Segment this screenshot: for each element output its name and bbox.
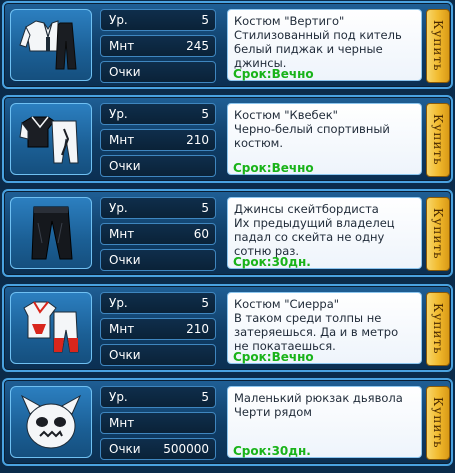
mnt-label: Мнт [109, 133, 135, 147]
level-value: 5 [201, 390, 209, 404]
item-name: Костюм "Сиерра" [234, 297, 340, 311]
item-thumbnail[interactable] [10, 197, 92, 269]
buy-button-label: Купить [431, 397, 445, 449]
shop-list: Ур. 5 Мнт 245 Очки Костюм "Вертиго" Стил… [0, 0, 455, 473]
points-label: Очки [109, 442, 141, 456]
mnt-value: 210 [186, 133, 209, 147]
level-label: Ур. [109, 390, 128, 404]
level-stat: Ур. 5 [100, 197, 216, 219]
shop-item-card: Ур. 5 Мнт 210 Очки Костюм "Квебек" Черно… [2, 95, 453, 183]
level-stat: Ур. 5 [100, 386, 216, 408]
level-value: 5 [201, 107, 209, 121]
item-name: Джинсы скейтбордиста [234, 202, 379, 216]
shop-item-card: Ур. 5 Мнт 210 Очки Костюм "Сиерра" В так… [2, 284, 453, 372]
mnt-stat: Мнт [100, 412, 216, 434]
buy-button[interactable]: Купить [426, 197, 450, 271]
item-thumbnail[interactable] [10, 386, 92, 458]
points-stat: Очки [100, 344, 216, 366]
level-stat: Ур. 5 [100, 292, 216, 314]
item-name: Маленький рюкзак дьявола [234, 391, 403, 405]
item-thumbnail[interactable] [10, 292, 92, 364]
mnt-label: Мнт [109, 416, 135, 430]
item-description: Стилизованный под китель белый пиджак и … [234, 28, 402, 70]
buy-button-label: Купить [431, 20, 445, 72]
shop-item-card: Ур. 5 Мнт Очки 500000 Маленький рюкзак д… [2, 378, 453, 466]
mnt-label: Мнт [109, 227, 135, 241]
jeans-icon [31, 206, 73, 260]
buy-button[interactable]: Купить [426, 9, 450, 83]
mnt-stat: Мнт 245 [100, 35, 216, 57]
buy-button[interactable]: Купить [426, 103, 450, 177]
buy-button[interactable]: Купить [426, 292, 450, 366]
buy-button-label: Купить [431, 303, 445, 355]
level-stat: Ур. 5 [100, 9, 216, 31]
item-name: Костюм "Вертиго" [234, 14, 345, 28]
mnt-stat: Мнт 60 [100, 223, 216, 245]
item-term: Срок:Вечно [233, 161, 314, 175]
item-name: Костюм "Квебек" [234, 108, 338, 122]
devil-backpack-icon [20, 394, 82, 449]
item-thumbnail[interactable] [10, 103, 92, 175]
item-term: Срок:Вечно [233, 67, 314, 81]
mnt-stat: Мнт 210 [100, 318, 216, 340]
level-label: Ур. [109, 296, 128, 310]
item-description: Черти рядом [234, 405, 312, 419]
item-thumbnail[interactable] [10, 9, 92, 81]
level-stat: Ур. 5 [100, 103, 216, 125]
item-description: Их предыдущий владелец падал со скейта н… [234, 216, 395, 258]
level-label: Ур. [109, 201, 128, 215]
sport-suit-icon [19, 116, 79, 164]
mnt-value: 60 [193, 227, 209, 241]
level-value: 5 [201, 296, 209, 310]
mnt-value: 210 [186, 322, 209, 336]
level-value: 5 [201, 13, 209, 27]
buy-button[interactable]: Купить [426, 386, 450, 460]
mnt-stat: Мнт 210 [100, 129, 216, 151]
item-term: Срок:Вечно [233, 350, 314, 364]
points-label: Очки [109, 65, 141, 79]
points-label: Очки [109, 253, 141, 267]
red-white-suit-icon [23, 301, 79, 353]
points-stat: Очки [100, 61, 216, 83]
points-label: Очки [109, 159, 141, 173]
buy-button-label: Купить [431, 208, 445, 260]
mnt-label: Мнт [109, 39, 135, 53]
buy-button-label: Купить [431, 114, 445, 166]
mnt-value: 245 [186, 39, 209, 53]
points-stat: Очки [100, 155, 216, 177]
points-stat: Очки 500000 [100, 438, 216, 460]
mnt-label: Мнт [109, 322, 135, 336]
level-label: Ур. [109, 13, 128, 27]
white-suit-icon [19, 20, 77, 70]
level-value: 5 [201, 201, 209, 215]
item-term: Срок:30дн. [233, 444, 311, 458]
shop-item-card: Ур. 5 Мнт 245 Очки Костюм "Вертиго" Стил… [2, 1, 453, 89]
level-label: Ур. [109, 107, 128, 121]
points-label: Очки [109, 348, 141, 362]
points-value: 500000 [163, 442, 209, 456]
shop-item-card: Ур. 5 Мнт 60 Очки Джинсы скейтбордиста И… [2, 189, 453, 277]
item-term: Срок:30дн. [233, 255, 311, 269]
item-description: В таком среди толпы не затеряешься. Да и… [234, 311, 399, 353]
item-description: Черно-белый спортивный костюм. [234, 122, 390, 150]
points-stat: Очки [100, 249, 216, 271]
